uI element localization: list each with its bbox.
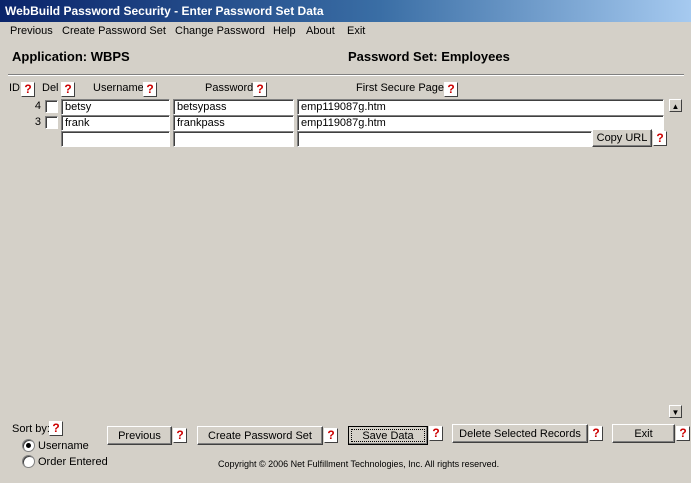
sort-username-label: Username [38,440,89,452]
col-password: Password [205,82,254,94]
help-password-icon[interactable]: ? [253,82,267,97]
menu-exit[interactable]: Exit [347,25,365,37]
menu-change-password[interactable]: Change Password [175,25,265,37]
password-field[interactable]: betsypass [173,99,294,115]
first-secure-page-field[interactable]: emp119087g.htm [297,99,664,115]
help-username-icon[interactable]: ? [143,82,157,97]
help-previous-icon[interactable]: ? [173,428,187,443]
save-data-button[interactable]: Save Data [348,426,428,445]
sort-username-radio[interactable] [22,439,35,452]
help-del-icon[interactable]: ? [61,82,75,97]
help-sort-icon[interactable]: ? [49,421,63,436]
copyright-text: Copyright © 2006 Net Fulfillment Technol… [218,459,500,469]
new-password-field[interactable] [173,131,294,147]
menu-previous[interactable]: Previous [10,25,53,37]
help-copy-url-icon[interactable]: ? [653,131,667,146]
password-field[interactable]: frankpass [173,115,294,131]
scroll-down-icon[interactable]: ▼ [669,405,682,418]
row-id: 4 [34,100,41,112]
col-username: Username [93,82,144,94]
menu-help[interactable]: Help [273,25,296,37]
sort-order-entered-label: Order Entered [38,456,108,468]
menu-create-password-set[interactable]: Create Password Set [62,25,166,37]
help-save-icon[interactable]: ? [429,426,443,441]
copy-url-button[interactable]: Copy URL [592,129,652,147]
help-delete-icon[interactable]: ? [589,426,603,441]
col-del: Del [42,82,59,94]
col-first-secure-page: First Secure Page [356,82,445,94]
col-id: ID [9,82,20,94]
new-username-field[interactable] [61,131,170,147]
application-label: Application: WBPS [12,49,130,64]
help-create-icon[interactable]: ? [324,428,338,443]
password-set-label: Password Set: Employees [348,49,510,64]
username-field[interactable]: frank [61,115,170,131]
header-divider [8,74,684,76]
scroll-up-icon[interactable]: ▲ [669,99,682,112]
sort-order-entered-radio[interactable] [22,455,35,468]
username-field[interactable]: betsy [61,99,170,115]
window-title: WebBuild Password Security - Enter Passw… [5,4,324,18]
menu-about[interactable]: About [306,25,335,37]
help-exit-icon[interactable]: ? [676,426,690,441]
new-first-secure-page-field[interactable] [297,131,592,147]
row-delete-checkbox[interactable] [45,100,58,113]
create-password-set-button[interactable]: Create Password Set [197,426,323,445]
delete-selected-records-button[interactable]: Delete Selected Records [452,424,588,443]
help-first-secure-page-icon[interactable]: ? [444,82,458,97]
row-delete-checkbox[interactable] [45,116,58,129]
title-bar: WebBuild Password Security - Enter Passw… [0,0,691,22]
previous-button[interactable]: Previous [107,426,172,445]
exit-button[interactable]: Exit [612,424,675,443]
help-id-icon[interactable]: ? [21,82,35,97]
row-id: 3 [34,116,41,128]
sort-label: Sort by: [12,423,50,435]
